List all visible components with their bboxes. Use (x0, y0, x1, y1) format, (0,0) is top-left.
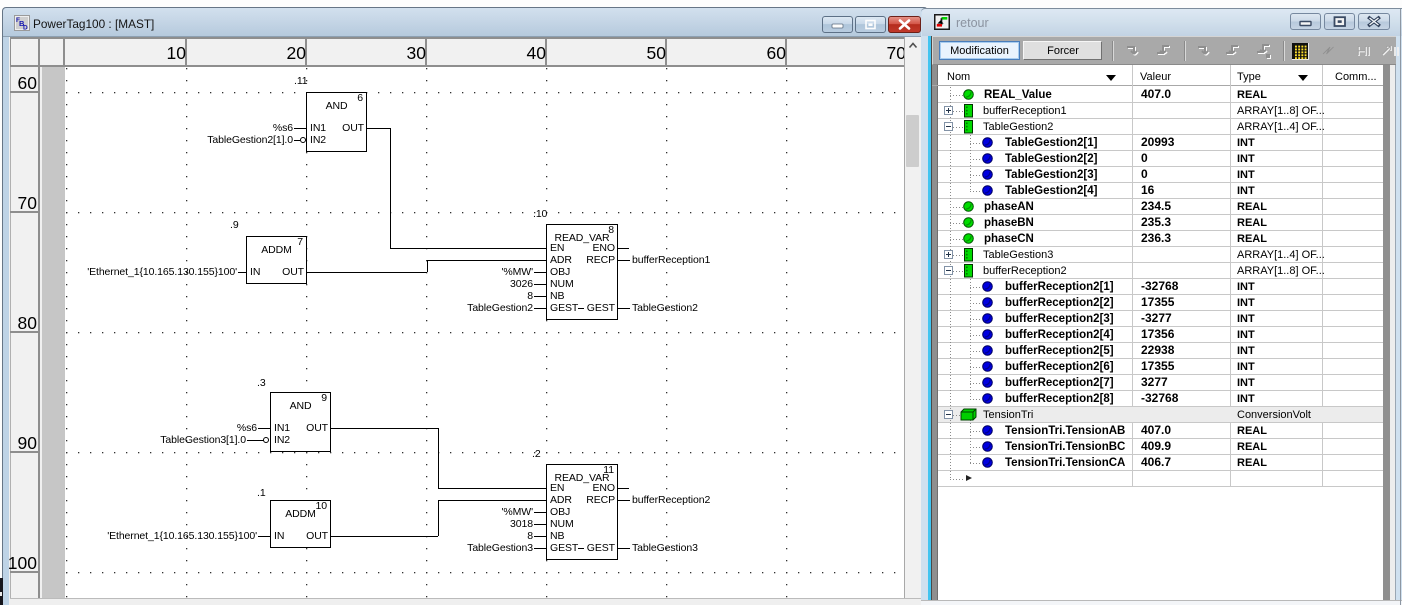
svg-text:D: D (23, 25, 28, 32)
